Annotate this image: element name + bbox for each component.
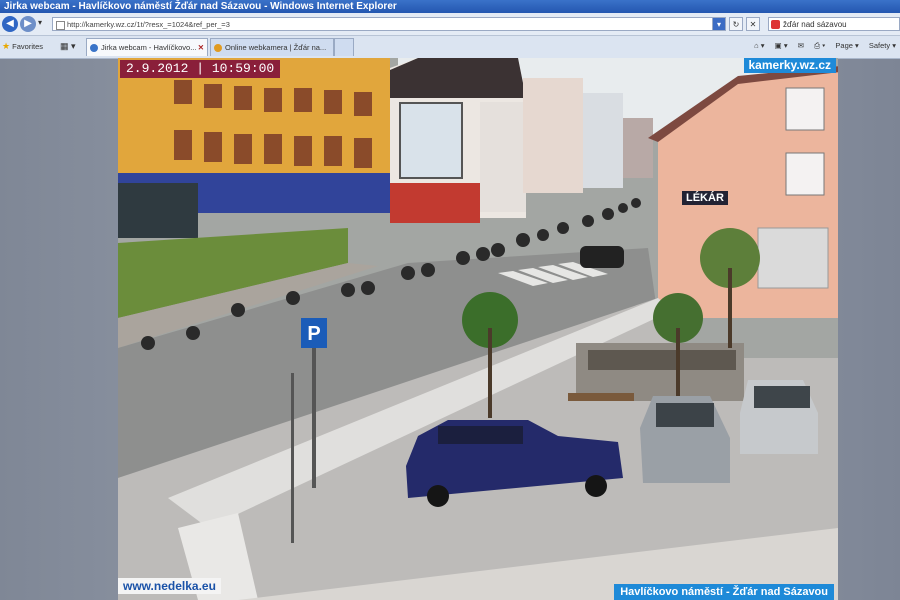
site-tab-icon xyxy=(214,44,222,52)
close-tab-icon[interactable]: ✕ xyxy=(198,39,204,56)
forward-icon[interactable]: ▶ xyxy=(20,16,36,32)
stop-icon[interactable]: ✕ xyxy=(746,17,760,31)
page-menu[interactable]: Page ▾ xyxy=(835,41,858,50)
ie-tab-icon xyxy=(90,44,98,52)
tab-label: Online webkamera | Žďár na... xyxy=(225,43,327,52)
address-dropdown-icon[interactable]: ▾ xyxy=(712,17,726,31)
webcam-site-label: kamerky.wz.cz xyxy=(743,58,836,73)
tab-row: ★ Favorites ▦ ▾ Jirka webcam - Havlíčkov… xyxy=(0,36,900,59)
safety-menu[interactable]: Safety ▾ xyxy=(869,41,896,50)
search-engine-icon xyxy=(771,20,780,29)
tab-label: Jirka webcam - Havlíčkovo... xyxy=(101,43,197,52)
window-title: Jirka webcam - Havlíčkovo náměstí Žďár n… xyxy=(0,0,900,13)
address-row: ◀ ▶ ▾ http://kamerky.wz.cz/1t/?resx_=102… xyxy=(0,13,900,36)
mail-icon[interactable]: ✉ xyxy=(798,41,804,50)
favorites-button[interactable]: ★ Favorites xyxy=(2,41,43,52)
favorites-label: Favorites xyxy=(12,42,44,51)
webcam-location-label: Havlíčkovo náměstí - Žďár nad Sázavou xyxy=(614,584,834,600)
tab-jirka-webcam[interactable]: Jirka webcam - Havlíčkovo... ✕ xyxy=(86,38,208,56)
search-input[interactable]: žďár nad sázavou xyxy=(768,17,900,31)
favorites-star-icon: ★ xyxy=(2,41,11,51)
webcam-timestamp: 2.9.2012 | 10:59:00 xyxy=(120,60,281,78)
address-bar[interactable]: http://kamerky.wz.cz/1t/?resx_=1024&ref_… xyxy=(52,17,722,31)
print-icon[interactable]: ⎙ ▾ xyxy=(814,41,825,50)
webcam-scene: P xyxy=(118,58,838,600)
tab-online-webkamera[interactable]: Online webkamera | Žďár na... xyxy=(210,38,334,56)
back-icon[interactable]: ◀ xyxy=(2,16,18,32)
dropdown-icon[interactable]: ▾ xyxy=(38,18,42,27)
webcam-footer-left: www.nedelka.eu xyxy=(118,578,221,594)
pharmacy-sign: LÉKÁR xyxy=(682,191,728,205)
svg-text:P: P xyxy=(307,323,320,345)
command-bar: ⌂ ▾ ▣ ▾ ✉ ⎙ ▾ Page ▾ Safety ▾ xyxy=(746,41,896,51)
page-icon xyxy=(56,21,65,30)
search-value: žďár nad sázavou xyxy=(783,20,847,29)
quick-tabs-icon[interactable]: ▦ ▾ xyxy=(60,41,76,52)
home-icon[interactable]: ⌂ ▾ xyxy=(754,41,764,50)
new-tab-button[interactable] xyxy=(334,38,354,56)
webcam-image: P LÉKÁR 2.9.2012 | 10:59:00 kamerky.wz.c… xyxy=(118,58,838,600)
feeds-icon[interactable]: ▣ ▾ xyxy=(775,41,788,50)
address-url: http://kamerky.wz.cz/1t/?resx_=1024&ref_… xyxy=(67,20,230,29)
refresh-icon[interactable]: ↻ xyxy=(729,17,743,31)
